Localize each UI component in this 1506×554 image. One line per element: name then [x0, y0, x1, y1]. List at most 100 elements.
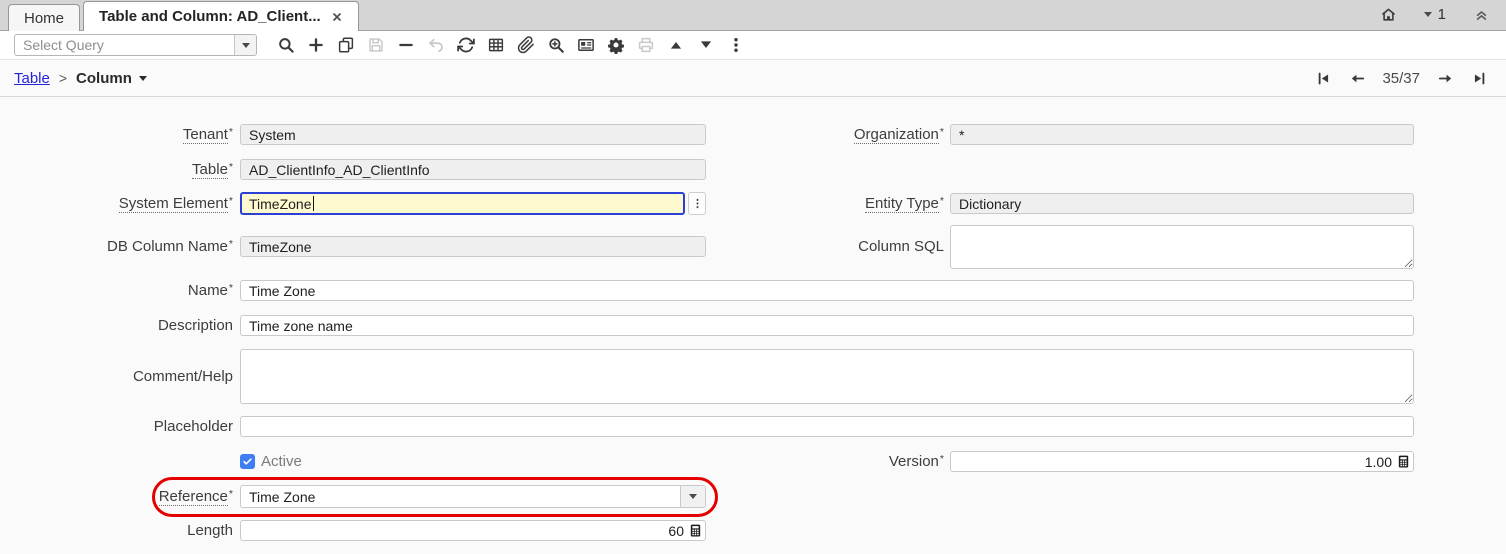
- grid-icon: [487, 36, 505, 54]
- chevron-down-icon: [1424, 12, 1432, 17]
- organization-field: *: [950, 124, 1414, 145]
- last-record-icon: [1471, 70, 1488, 87]
- grid-toggle-button[interactable]: [481, 32, 511, 58]
- system-element-more-button[interactable]: [688, 192, 706, 215]
- settings-button[interactable]: [601, 32, 631, 58]
- titlebar-right: 1: [1380, 0, 1490, 30]
- organization-label[interactable]: Organization*: [710, 124, 944, 145]
- new-record-button[interactable]: [301, 32, 331, 58]
- chevron-down-icon: [139, 76, 147, 81]
- active-checkbox[interactable]: [240, 454, 255, 469]
- tenant-label[interactable]: Tenant*: [0, 124, 233, 145]
- zoom-across-button[interactable]: [541, 32, 571, 58]
- search-icon: [277, 36, 295, 54]
- refresh-button[interactable]: [451, 32, 481, 58]
- entity-type-label[interactable]: Entity Type*: [710, 193, 944, 214]
- calculator-icon[interactable]: [688, 523, 703, 538]
- name-label: Name*: [0, 280, 233, 301]
- version-label: Version*: [710, 451, 944, 472]
- kebab-menu-icon: [727, 36, 745, 54]
- tab-table-and-column[interactable]: Table and Column: AD_Client...: [83, 1, 359, 31]
- length-field: [240, 520, 706, 541]
- comment-help-label: Comment/Help: [0, 349, 233, 404]
- breadcrumb-current-label: Column: [76, 70, 132, 87]
- window-tab-bar: Home Table and Column: AD_Client... 1: [0, 0, 1506, 31]
- table-label[interactable]: Table*: [0, 159, 233, 180]
- first-record-button[interactable]: [1310, 67, 1336, 89]
- close-icon[interactable]: [331, 11, 343, 23]
- record-navigation: 35/37: [1310, 67, 1492, 89]
- info-window-icon: [577, 36, 595, 54]
- placeholder-label: Placeholder: [0, 416, 233, 437]
- undo-icon: [427, 36, 445, 54]
- last-record-button[interactable]: [1466, 67, 1492, 89]
- first-record-icon: [1315, 70, 1332, 87]
- delete-record-button[interactable]: [391, 32, 421, 58]
- breadcrumb-row: Table > Column 35/37: [0, 60, 1506, 97]
- arrow-left-icon: [1349, 70, 1366, 87]
- version-field: [950, 451, 1414, 472]
- tab-home-label: Home: [24, 10, 64, 27]
- placeholder-input[interactable]: [240, 416, 1414, 437]
- home-icon[interactable]: [1380, 6, 1397, 23]
- length-input[interactable]: [249, 523, 688, 539]
- paperclip-icon: [517, 36, 535, 54]
- desktop-number: 1: [1438, 6, 1446, 23]
- gear-icon: [607, 36, 625, 54]
- description-label: Description: [0, 315, 233, 336]
- refresh-icon: [457, 36, 475, 54]
- kebab-menu-icon: [691, 196, 704, 211]
- triangle-down-icon: [697, 36, 715, 54]
- reference-label[interactable]: Reference*: [0, 485, 233, 508]
- info-window-button[interactable]: [571, 32, 601, 58]
- db-column-name-label: DB Column Name*: [0, 236, 233, 257]
- db-column-name-field: TimeZone: [240, 236, 706, 257]
- calculator-icon[interactable]: [1396, 454, 1411, 469]
- name-input[interactable]: [240, 280, 1414, 301]
- column-sql-label: Column SQL: [710, 225, 944, 269]
- entity-type-field: Dictionary: [950, 193, 1414, 214]
- toolbar: [0, 31, 1506, 60]
- select-query-input[interactable]: [15, 35, 234, 55]
- tenant-field: System: [240, 124, 706, 145]
- breadcrumb-parent-link[interactable]: Table: [14, 70, 50, 87]
- select-query-dropdown-button[interactable]: [234, 35, 256, 55]
- copy-icon: [337, 36, 355, 54]
- zoom-in-icon: [547, 36, 565, 54]
- expand-down-button[interactable]: [691, 32, 721, 58]
- system-element-label[interactable]: System Element*: [0, 192, 233, 215]
- minus-icon: [397, 36, 415, 54]
- arrow-right-icon: [1437, 70, 1454, 87]
- breadcrumb-current[interactable]: Column: [76, 70, 147, 87]
- check-icon: [242, 456, 253, 467]
- record-position: 35/37: [1382, 70, 1420, 87]
- length-label: Length: [0, 520, 233, 541]
- column-sql-textarea[interactable]: [950, 225, 1414, 269]
- reference-dropdown-button[interactable]: [680, 486, 705, 507]
- desktop-selector[interactable]: 1: [1424, 6, 1446, 23]
- tab-active-label: Table and Column: AD_Client...: [99, 8, 321, 25]
- comment-help-textarea[interactable]: [240, 349, 1414, 404]
- undo-button: [421, 32, 451, 58]
- more-actions-button[interactable]: [721, 32, 751, 58]
- copy-record-button[interactable]: [331, 32, 361, 58]
- chevron-down-icon: [689, 494, 697, 499]
- collapse-up-button[interactable]: [661, 32, 691, 58]
- next-record-button[interactable]: [1432, 67, 1458, 89]
- system-element-field[interactable]: TimeZone: [240, 192, 685, 215]
- table-field: AD_ClientInfo_AD_ClientInfo: [240, 159, 706, 180]
- description-input[interactable]: [240, 315, 1414, 336]
- collapse-header-icon[interactable]: [1473, 6, 1490, 23]
- printer-icon: [637, 36, 655, 54]
- attachment-button[interactable]: [511, 32, 541, 58]
- reference-combobox[interactable]: Time Zone: [240, 485, 706, 508]
- search-button[interactable]: [271, 32, 301, 58]
- save-button: [361, 32, 391, 58]
- text-cursor: [313, 196, 314, 211]
- reference-value: Time Zone: [241, 486, 680, 507]
- select-query-combobox: [14, 34, 257, 56]
- previous-record-button[interactable]: [1344, 67, 1370, 89]
- tab-home[interactable]: Home: [8, 4, 80, 31]
- active-label: Active: [261, 453, 302, 470]
- version-input[interactable]: [959, 454, 1396, 470]
